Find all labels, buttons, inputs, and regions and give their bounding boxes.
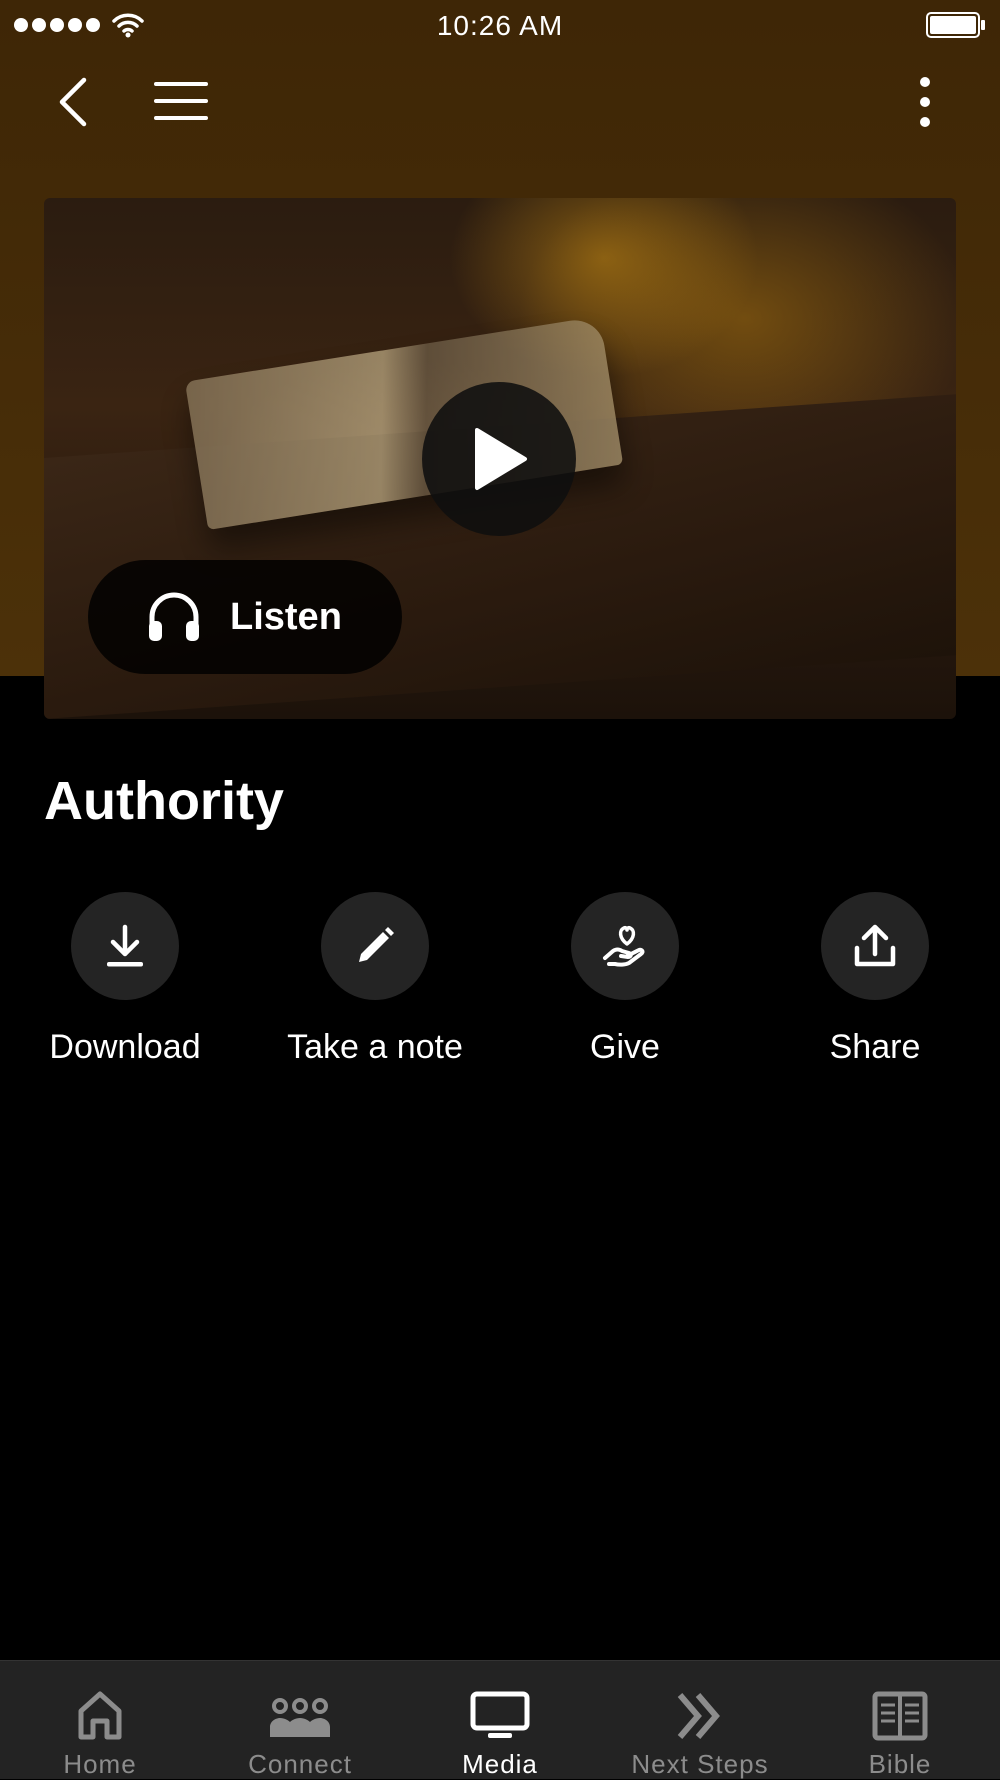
hamburger-icon (154, 82, 208, 120)
give-circle (571, 892, 679, 1000)
status-bar: 10:26 AM (0, 0, 1000, 50)
tab-bible[interactable]: Bible (800, 1661, 1000, 1779)
download-button[interactable]: Download (0, 892, 250, 1072)
media-thumbnail: Listen (44, 198, 956, 719)
tab-bible-label: Bible (868, 1749, 932, 1779)
tab-next-steps-label: Next Steps (631, 1749, 769, 1779)
bottom-tab-bar: Home Connect Media Next Steps Bible (0, 1660, 1000, 1779)
share-icon (854, 924, 896, 967)
download-circle (71, 892, 179, 1000)
give-icon (603, 926, 645, 967)
play-button[interactable] (422, 382, 576, 536)
book-icon (872, 1691, 928, 1741)
share-button[interactable]: Share (750, 892, 1000, 1072)
tab-next-steps[interactable]: Next Steps (600, 1661, 800, 1779)
home-icon (78, 1691, 122, 1740)
menu-button[interactable] (152, 78, 210, 124)
play-icon (475, 428, 527, 490)
headphones-icon (149, 592, 199, 641)
group-icon (270, 1698, 330, 1737)
share-circle (821, 892, 929, 1000)
give-button[interactable]: Give (500, 892, 750, 1072)
more-options-button[interactable] (900, 72, 950, 132)
tv-icon (470, 1691, 530, 1738)
battery-icon (926, 12, 985, 38)
tab-connect[interactable]: Connect (200, 1661, 400, 1779)
take-note-circle (321, 892, 429, 1000)
download-icon (107, 924, 143, 967)
listen-label: Listen (230, 595, 342, 638)
pencil-icon (359, 927, 394, 962)
tab-media-label: Media (462, 1749, 538, 1779)
double-chevron-icon (677, 1693, 720, 1739)
tab-home[interactable]: Home (0, 1661, 200, 1779)
take-note-button[interactable]: Take a note (250, 892, 500, 1072)
give-label: Give (590, 1028, 660, 1066)
vertical-dots-icon (920, 77, 930, 127)
tab-media[interactable]: Media (400, 1661, 600, 1779)
chevron-left-icon (59, 77, 87, 127)
status-time: 10:26 AM (436, 10, 564, 41)
tab-home-label: Home (63, 1749, 137, 1779)
tab-connect-label: Connect (248, 1749, 352, 1779)
listen-button[interactable]: Listen (88, 560, 402, 674)
take-note-label: Take a note (287, 1028, 463, 1066)
download-label: Download (49, 1028, 201, 1066)
back-button[interactable] (52, 72, 102, 132)
media-title: Authority (44, 771, 284, 831)
share-label: Share (829, 1028, 921, 1066)
